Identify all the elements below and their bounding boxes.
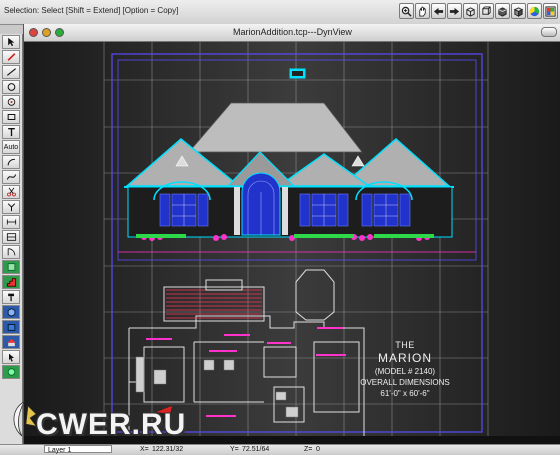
box-3d-shaded-icon[interactable] [511,3,526,19]
plan-model-number: (MODEL # 2140) [374,367,436,376]
plan-title-block: THE MARION (MODEL # 2140) OVERALL DIMENS… [336,340,474,398]
text-icon[interactable] [2,125,20,139]
pointer-icon[interactable] [2,350,20,364]
redo-arrow-icon[interactable] [447,3,462,19]
watermark-text: CWER.RU [36,408,187,441]
status-text: Selection: Select [Shift = Extend] [Opti… [4,6,179,15]
auto-icon[interactable]: Auto [2,140,20,154]
line-icon[interactable] [2,65,20,79]
stairs-icon[interactable] [2,275,20,289]
layer-select[interactable]: Layer 1 [44,445,112,454]
house-drawing [103,42,489,436]
arc-icon[interactable] [2,155,20,169]
view-tools [399,3,558,19]
curve-icon[interactable] [2,170,20,184]
cube-blue-icon[interactable] [2,320,20,334]
tool-palette: Auto [0,34,23,444]
box-3d-solid-icon[interactable] [495,3,510,19]
hammer-icon[interactable] [2,290,20,304]
toolbar-toggle-button[interactable] [541,27,557,37]
dimension-icon[interactable] [2,215,20,229]
zoom-in-icon[interactable] [399,3,414,19]
window-title: MarionAddition.tcp---DynView [233,27,352,37]
undo-arrow-icon[interactable] [431,3,446,19]
palette-icon[interactable] [543,3,558,19]
plan-dimensions-label: OVERALL DIMENSIONS [360,378,450,387]
top-toolbar: Selection: Select [Shift = Extend] [Opti… [0,0,560,25]
plan-title-name: MARION [378,351,432,365]
window-titlebar: MarionAddition.tcp---DynView [24,24,560,42]
drawing-canvas[interactable]: THE MARION (MODEL # 2140) OVERALL DIMENS… [24,42,560,436]
hand-pan-icon[interactable] [415,3,430,19]
color-wheel-icon[interactable] [527,3,542,19]
plan-dimensions-value: 61'-0" x 60'-6" [380,389,430,398]
box-3d-wire-icon[interactable] [479,3,494,19]
window-icon[interactable] [2,260,20,274]
pencil-icon[interactable] [2,50,20,64]
circle-icon[interactable] [2,80,20,94]
main-roof [188,102,363,153]
green-shape-icon[interactable] [2,365,20,379]
join-icon[interactable] [2,200,20,214]
cube-icon[interactable] [2,305,20,319]
drawing-window: MarionAddition.tcp---DynView THE MARION … [23,24,560,444]
scissors-icon[interactable] [2,185,20,199]
arrow-select-icon[interactable] [2,35,20,49]
box-3d-icon[interactable] [463,3,478,19]
door-icon[interactable] [2,245,20,259]
plan-title-the: THE [395,340,415,350]
circle-dot-icon[interactable] [2,95,20,109]
wall-icon[interactable] [2,230,20,244]
roof-icon[interactable] [2,335,20,349]
rectangle-icon[interactable] [2,110,20,124]
